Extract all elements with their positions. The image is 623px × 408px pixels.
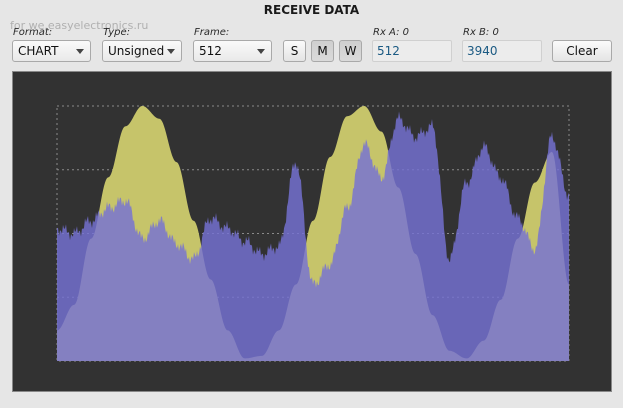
clear-button[interactable]: Clear — [552, 40, 612, 62]
format-select[interactable]: CHART — [12, 40, 91, 62]
rx-a-label: Rx A: 0 — [373, 27, 409, 38]
m-button[interactable]: M — [311, 40, 334, 62]
format-value: CHART — [18, 44, 59, 58]
type-label: Type: — [103, 27, 131, 38]
rx-b-field: 3940 — [462, 40, 542, 62]
rx-a-field: 512 — [372, 40, 452, 62]
type-select[interactable]: Unsigned — [102, 40, 182, 62]
chevron-down-icon — [76, 49, 84, 54]
chevron-down-icon — [257, 49, 265, 54]
chart-panel — [12, 71, 612, 392]
frame-select[interactable]: 512 — [193, 40, 272, 62]
w-button[interactable]: W — [339, 40, 362, 62]
frame-value: 512 — [199, 44, 222, 58]
format-label: Format: — [13, 27, 53, 38]
window-title: RECEIVE DATA — [263, 3, 360, 17]
frame-label: Frame: — [194, 27, 230, 38]
chevron-down-icon — [167, 49, 175, 54]
type-value: Unsigned — [108, 44, 165, 58]
s-button[interactable]: S — [283, 40, 306, 62]
rx-b-label: Rx B: 0 — [463, 27, 499, 38]
waveform-chart — [56, 105, 570, 362]
